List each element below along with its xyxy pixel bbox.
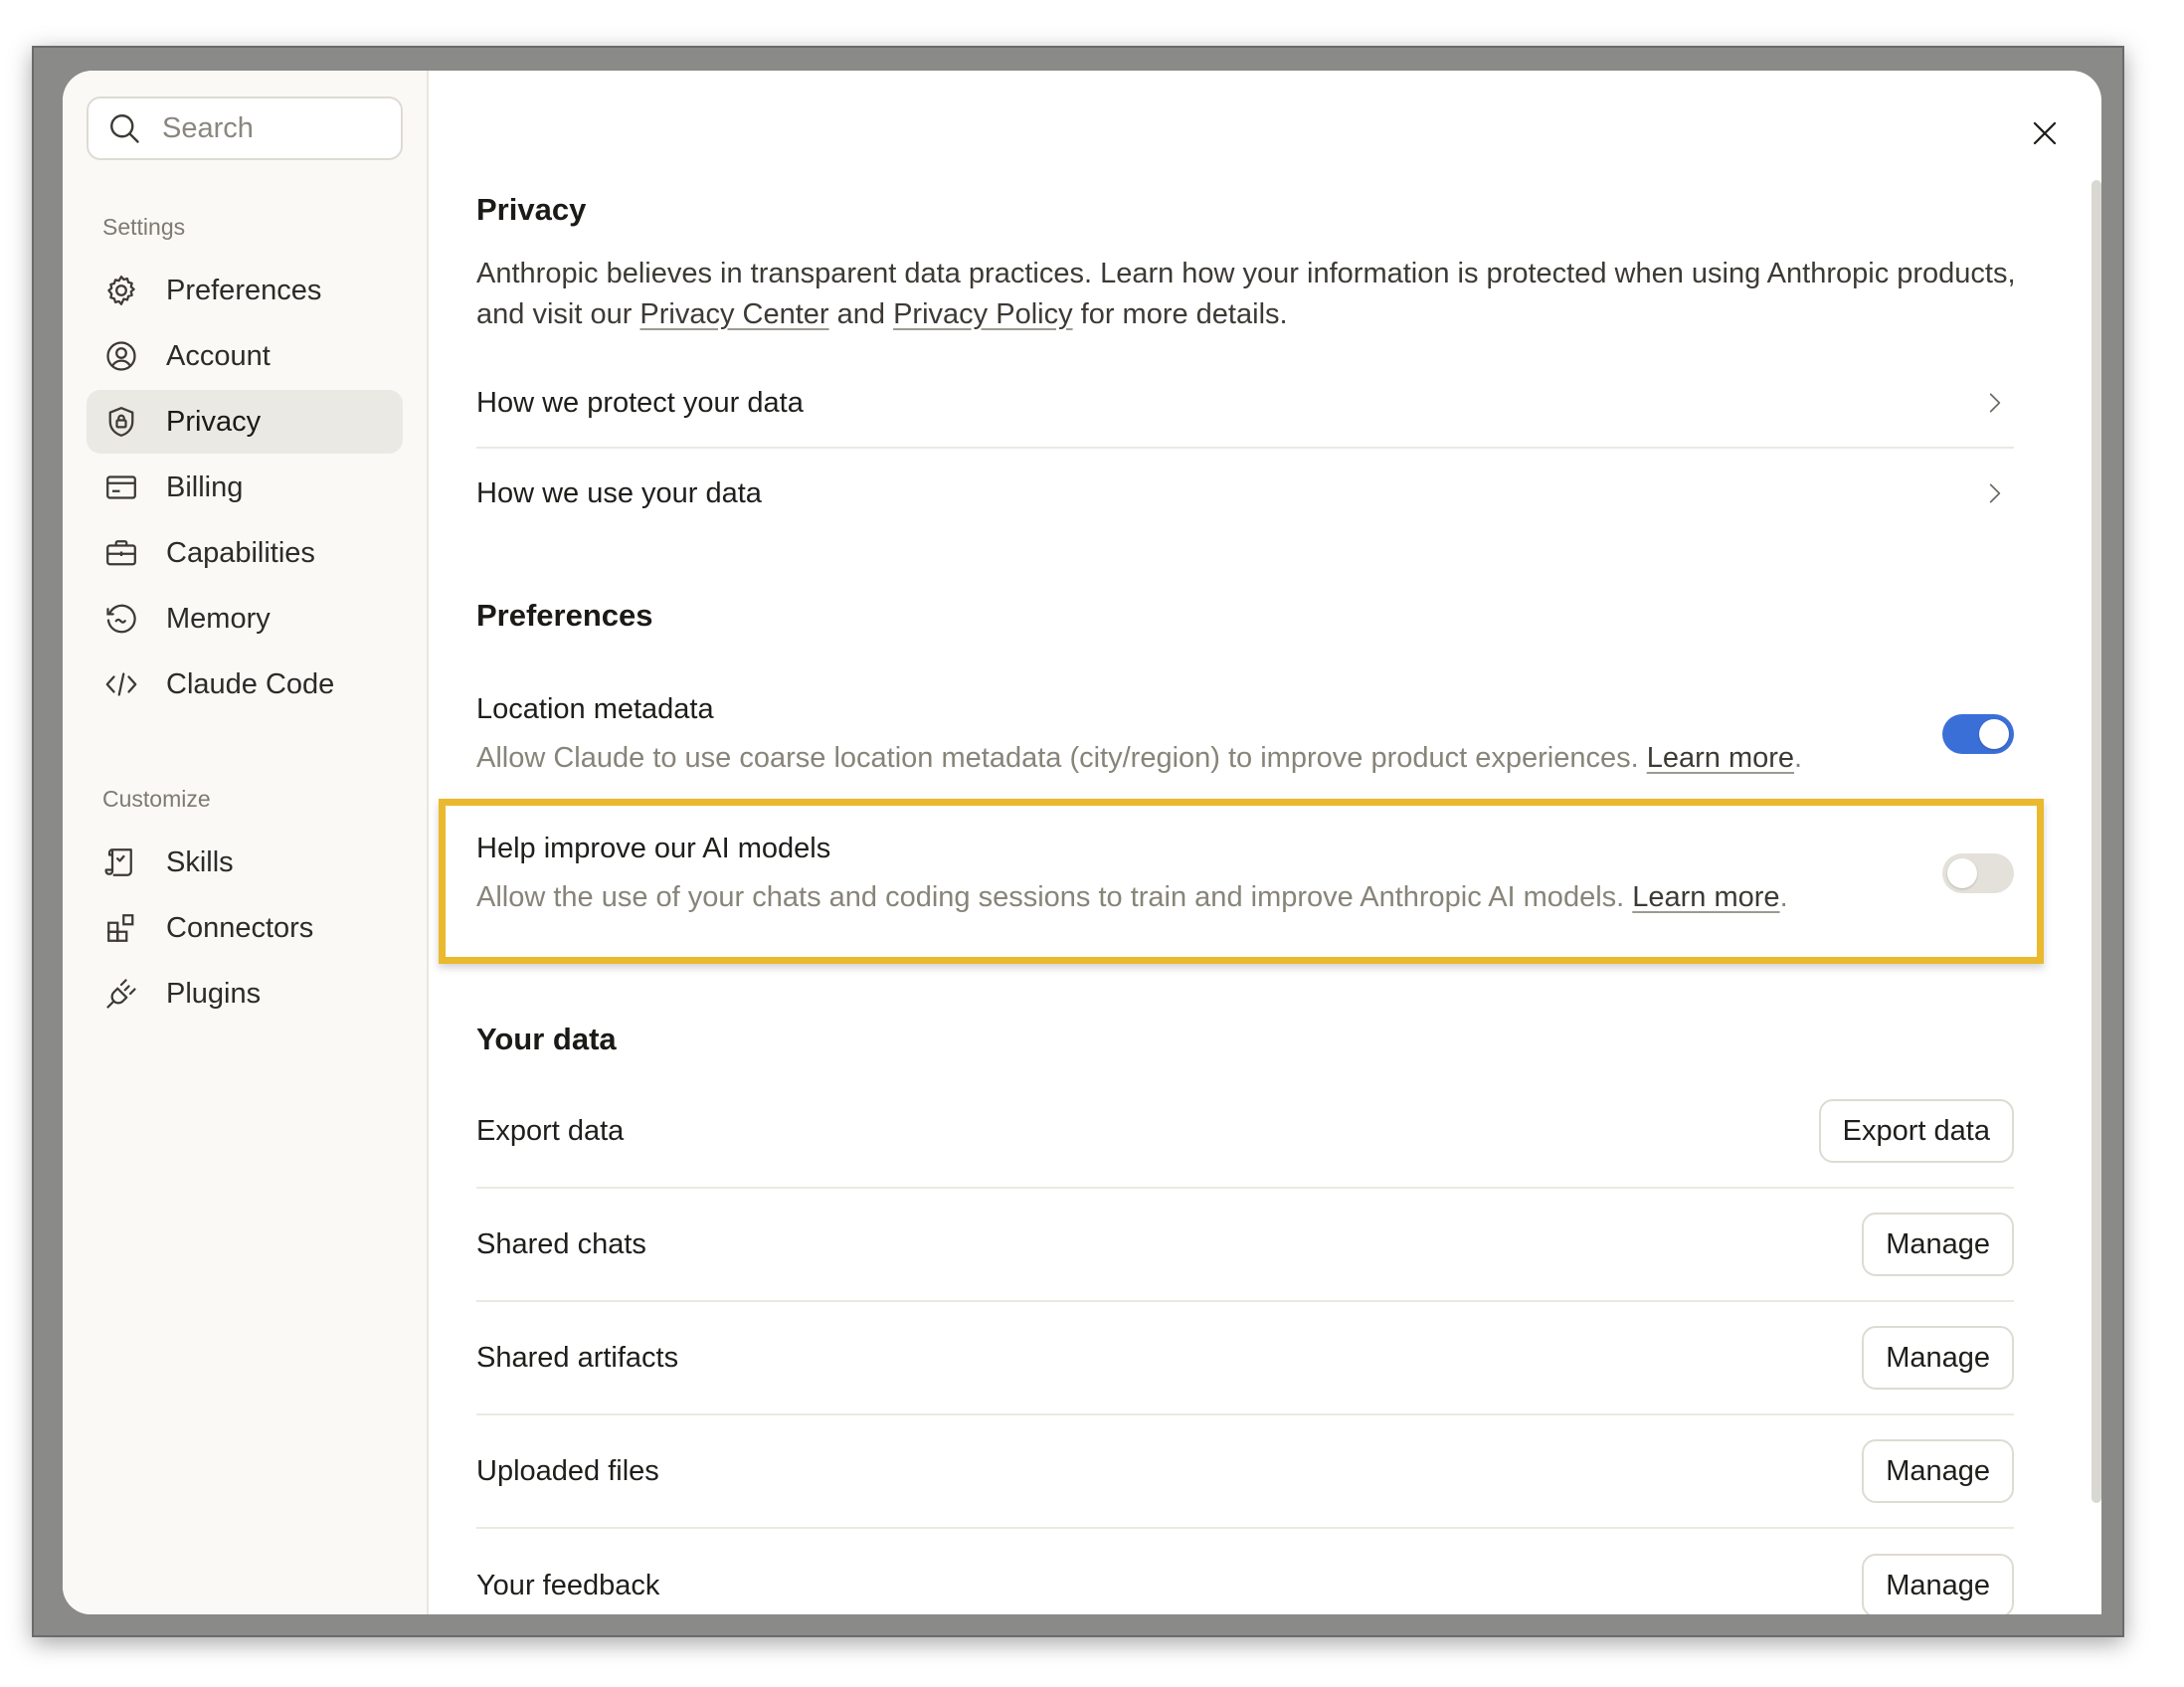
user-circle-icon [106,341,136,371]
shared-artifacts-row: Shared artifacts Manage [476,1302,2014,1415]
location-metadata-description: Allow Claude to use coarse location meta… [476,742,1802,775]
shared-chats-label: Shared chats [476,1227,646,1260]
sidebar-item-memory[interactable]: Memory [87,587,403,651]
privacy-policy-link[interactable]: Privacy Policy [893,298,1073,330]
close-icon [2033,121,2057,145]
location-learn-more-link[interactable]: Learn more [1647,742,1794,774]
scrollbar[interactable] [2092,180,2101,1503]
shared-artifacts-label: Shared artifacts [476,1341,679,1374]
credit-card-icon [106,475,136,499]
uploaded-files-label: Uploaded files [476,1454,659,1487]
search-box[interactable] [87,96,403,160]
chevron-right-icon [1989,393,2001,413]
export-data-row: Export data Export data [476,1075,2014,1189]
sidebar-item-capabilities[interactable]: Capabilities [87,521,403,585]
use-data-label: How we use your data [476,476,762,509]
protect-data-label: How we protect your data [476,386,804,419]
improve-models-row: Help improve our AI models Allow the use… [476,833,2014,914]
improve-models-title: Help improve our AI models [476,833,831,864]
manage-feedback-button[interactable]: Manage [1862,1554,2014,1614]
settings-dialog: Settings Preferences Account Privacy Bil… [63,71,2101,1614]
scroll-icon [104,848,132,876]
improve-description-text: Allow the use of your chats and coding s… [476,881,1633,913]
preferences-heading: Preferences [476,598,653,633]
sidebar-item-claude-code[interactable]: Claude Code [87,653,403,716]
privacy-intro-text: for more details. [1072,298,1288,330]
privacy-center-link[interactable]: Privacy Center [639,298,828,330]
period-text: . [1794,742,1803,774]
improve-learn-more-link[interactable]: Learn more [1632,881,1779,913]
your-data-heading: Your data [476,1022,617,1056]
period-text: . [1779,881,1788,913]
location-description-text: Allow Claude to use coarse location meta… [476,742,1647,774]
location-metadata-toggle[interactable] [1942,714,2014,754]
toggle-knob [1979,719,2009,749]
sidebar-item-connectors[interactable]: Connectors [87,896,403,960]
privacy-intro-text: and [828,298,894,330]
sidebar-item-label: Claude Code [166,667,335,700]
settings-group-label: Settings [102,214,186,240]
sidebar-item-label: Connectors [166,911,314,944]
shield-lock-icon [108,407,134,437]
shared-chats-row: Shared chats Manage [476,1189,2014,1302]
search-icon [110,114,139,143]
sidebar-item-plugins[interactable]: Plugins [87,962,403,1026]
sidebar-item-account[interactable]: Account [87,324,403,388]
sidebar-item-label: Account [166,339,271,372]
sidebar-item-billing[interactable]: Billing [87,456,403,519]
sidebar-item-label: Capabilities [166,536,315,569]
blocks-icon [107,914,134,942]
export-data-label: Export data [476,1114,625,1147]
close-button[interactable] [2020,108,2070,158]
search-input[interactable] [162,111,401,145]
your-feedback-label: Your feedback [476,1569,660,1601]
memory-icon [106,604,136,634]
sidebar-item-label: Memory [166,602,271,635]
uploaded-files-row: Uploaded files Manage [476,1415,2014,1529]
manage-shared-artifacts-button[interactable]: Manage [1862,1326,2014,1390]
use-data-row[interactable]: How we use your data [476,449,2014,538]
manage-shared-chats-button[interactable]: Manage [1862,1213,2014,1276]
sidebar-item-label: Preferences [166,274,322,306]
your-feedback-row: Your feedback Manage [476,1529,2014,1614]
briefcase-icon [106,540,136,566]
manage-uploaded-files-button[interactable]: Manage [1862,1439,2014,1503]
toggle-knob [1947,858,1977,888]
sidebar-item-preferences[interactable]: Preferences [87,259,403,322]
location-metadata-row: Location metadata Allow Claude to use co… [476,693,2014,775]
sidebar-item-label: Privacy [166,405,262,438]
location-metadata-title: Location metadata [476,693,714,725]
improve-models-toggle[interactable] [1942,853,2014,893]
privacy-intro: Anthropic believes in transparent data p… [476,254,2028,335]
settings-sidebar: Settings Preferences Account Privacy Bil… [63,71,429,1614]
gear-icon [107,276,135,305]
plug-icon [106,979,136,1009]
privacy-heading: Privacy [476,192,587,227]
protect-data-row[interactable]: How we protect your data [476,359,2014,449]
export-data-button[interactable]: Export data [1818,1099,2014,1163]
highlight-box: Help improve our AI models Allow the use… [439,799,2044,964]
chevron-right-icon [1989,483,2001,503]
sidebar-item-privacy[interactable]: Privacy [87,390,403,454]
settings-content: Privacy Anthropic believes in transparen… [429,71,2101,1614]
sidebar-item-label: Billing [166,470,244,503]
customize-group-label: Customize [102,786,211,812]
improve-models-description: Allow the use of your chats and coding s… [476,881,1788,914]
code-icon [105,672,137,696]
sidebar-item-label: Skills [166,845,234,878]
sidebar-item-skills[interactable]: Skills [87,831,403,894]
sidebar-item-label: Plugins [166,977,262,1010]
